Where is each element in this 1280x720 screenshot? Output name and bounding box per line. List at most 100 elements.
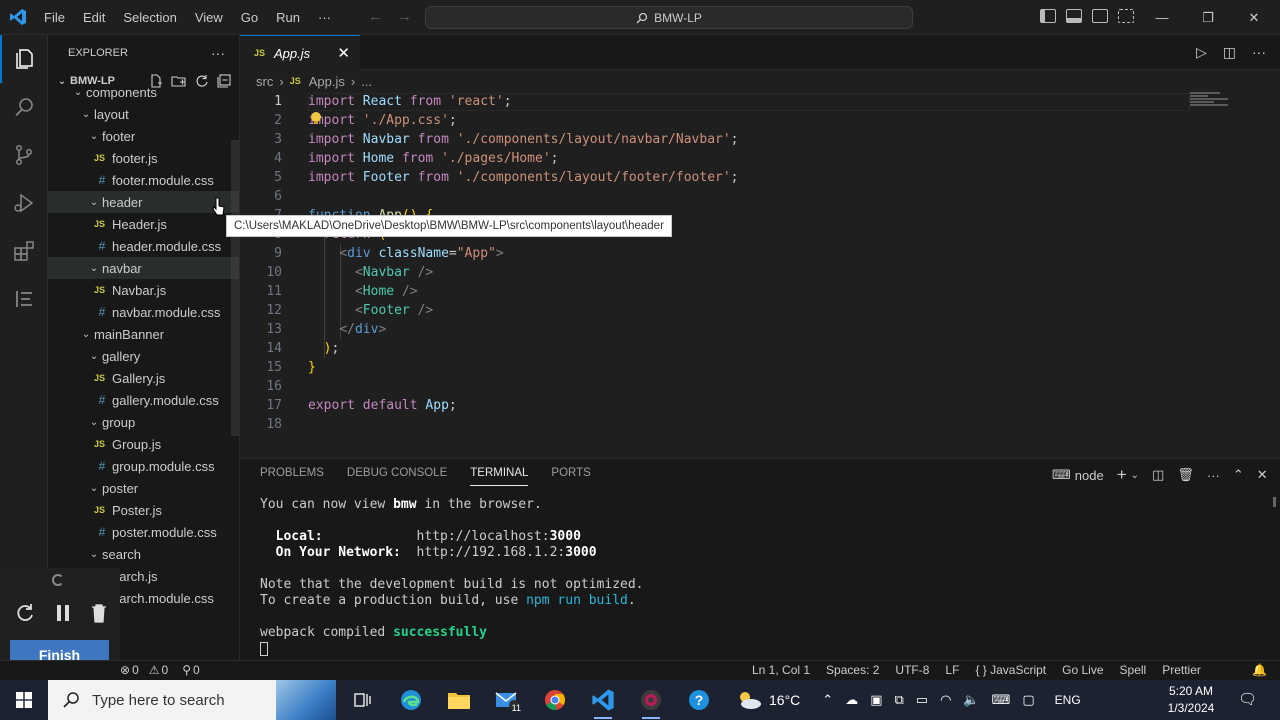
- status-problems[interactable]: ⊗ 0 ⚠ 0 ⚲ 0: [120, 663, 200, 677]
- status-item[interactable]: Go Live: [1062, 663, 1103, 677]
- panel-tab[interactable]: PORTS: [551, 467, 590, 486]
- close-window-icon[interactable]: ✕: [1231, 10, 1277, 26]
- display-icon[interactable]: ▢: [1022, 692, 1034, 708]
- status-item[interactable]: UTF-8: [895, 663, 929, 677]
- tree-folder[interactable]: ⌄ footer: [48, 125, 239, 147]
- tree-folder[interactable]: ⌄ gallery: [48, 345, 239, 367]
- tree-file[interactable]: # header.module.css: [48, 235, 239, 257]
- screen-recorder-icon[interactable]: [634, 683, 668, 719]
- windows-start-icon[interactable]: [0, 680, 48, 720]
- editor-more-icon[interactable]: ···: [1252, 44, 1266, 61]
- kill-terminal-icon[interactable]: 🗑: [1177, 467, 1194, 483]
- menu-item[interactable]: Go: [232, 0, 267, 35]
- breadcrumb-symbol[interactable]: ...: [361, 74, 372, 89]
- breadcrumb-src[interactable]: src: [256, 74, 273, 89]
- breadcrumb-file[interactable]: App.js: [309, 74, 345, 89]
- tree-folder[interactable]: ⌄ layout: [48, 103, 239, 125]
- run-file-icon[interactable]: ▷: [1196, 44, 1207, 61]
- tree-file[interactable]: # gallery.module.css: [48, 389, 239, 411]
- explorer-more-actions[interactable]: ···: [211, 45, 225, 61]
- menu-item[interactable]: Edit: [74, 0, 114, 35]
- restore-icon[interactable]: ❐: [1185, 10, 1231, 26]
- task-view-icon[interactable]: [346, 683, 380, 717]
- file-explorer-icon[interactable]: [442, 683, 476, 717]
- maximize-panel-icon[interactable]: ⌃: [1233, 467, 1244, 483]
- code-editor[interactable]: 1 import React from 'react'; 2 import './Ap…: [240, 92, 1280, 457]
- forward-arrow-icon[interactable]: →: [397, 8, 412, 25]
- notifications-icon[interactable]: 🔔: [1252, 663, 1267, 677]
- wifi-icon[interactable]: ◠: [940, 692, 951, 708]
- tree-folder[interactable]: ⌄ search: [48, 543, 239, 565]
- screen-capture-icon[interactable]: ⧉: [894, 692, 903, 708]
- run-debug-icon[interactable]: [0, 179, 48, 227]
- new-terminal-icon[interactable]: +: [1117, 465, 1127, 485]
- edge-icon[interactable]: [394, 683, 428, 717]
- terminal-dropdown-icon[interactable]: ⌄: [1131, 470, 1139, 481]
- trash-icon[interactable]: [90, 602, 108, 624]
- back-arrow-icon[interactable]: ←: [368, 8, 383, 25]
- explorer-icon[interactable]: [0, 35, 48, 83]
- source-control-icon[interactable]: [0, 131, 48, 179]
- tree-file[interactable]: JS Navbar.js: [48, 279, 239, 301]
- tree-file[interactable]: # footer.module.css: [48, 169, 239, 191]
- volume-icon[interactable]: 🔈: [963, 692, 979, 708]
- close-tab-icon[interactable]: ✕: [337, 44, 350, 62]
- toggle-primary-sidebar-icon[interactable]: [1040, 9, 1056, 23]
- lightbulb-icon[interactable]: [309, 111, 323, 125]
- chrome-icon[interactable]: [538, 683, 572, 717]
- close-panel-icon[interactable]: ✕: [1257, 467, 1268, 483]
- tree-file[interactable]: # navbar.module.css: [48, 301, 239, 323]
- terminal-shell-name[interactable]: node: [1075, 468, 1104, 483]
- language-indicator[interactable]: ENG: [1055, 693, 1081, 707]
- menu-item[interactable]: Run: [267, 0, 309, 35]
- tree-folder[interactable]: ⌄ mainBanner: [48, 323, 239, 345]
- status-item[interactable]: Ln 1, Col 1: [752, 663, 810, 677]
- tree-file[interactable]: JS Poster.js: [48, 499, 239, 521]
- keyboard-icon[interactable]: ⌨: [992, 692, 1011, 708]
- outline-icon[interactable]: [0, 275, 48, 323]
- status-item[interactable]: Prettier: [1162, 663, 1201, 677]
- customize-layout-icon[interactable]: [1118, 9, 1134, 23]
- tree-file[interactable]: JS Gallery.js: [48, 367, 239, 389]
- tree-folder[interactable]: ⌄ poster: [48, 477, 239, 499]
- tree-folder[interactable]: ⌄ group: [48, 411, 239, 433]
- tree-folder[interactable]: ⌄ components: [48, 81, 239, 103]
- panel-tab[interactable]: PROBLEMS: [260, 467, 324, 486]
- pause-icon[interactable]: [54, 602, 72, 624]
- notification-center-icon[interactable]: 🗨: [1238, 690, 1257, 708]
- command-center-search[interactable]: BMW-LP: [425, 6, 913, 29]
- status-item[interactable]: { } JavaScript: [975, 663, 1046, 677]
- toggle-secondary-sidebar-icon[interactable]: [1092, 9, 1108, 23]
- status-item[interactable]: Spaces: 2: [826, 663, 879, 677]
- mail-icon[interactable]: 11: [490, 683, 524, 717]
- restart-icon[interactable]: [14, 602, 36, 624]
- split-terminal-icon[interactable]: ◫: [1152, 467, 1164, 483]
- extensions-icon[interactable]: [0, 227, 48, 275]
- tree-file[interactable]: JS Group.js: [48, 433, 239, 455]
- terminal-scrollbar[interactable]: [1273, 497, 1276, 507]
- tree-file[interactable]: # poster.module.css: [48, 521, 239, 543]
- minimap[interactable]: [1190, 92, 1230, 112]
- sidebar-scrollbar[interactable]: [231, 140, 239, 436]
- tree-file[interactable]: JS footer.js: [48, 147, 239, 169]
- terminal-output[interactable]: You can now view bmw in the browser. Loc…: [260, 497, 644, 657]
- menu-item[interactable]: File: [35, 0, 74, 35]
- status-item[interactable]: LF: [945, 663, 959, 677]
- onedrive-icon[interactable]: ☁: [845, 692, 858, 708]
- toggle-panel-icon[interactable]: [1066, 9, 1082, 23]
- taskbar-clock[interactable]: 5:20 AM 1/3/2024: [1160, 683, 1222, 717]
- help-icon[interactable]: ?: [682, 683, 716, 717]
- tree-folder[interactable]: ⌄ navbar: [48, 257, 239, 279]
- weather-temp[interactable]: 16°C: [769, 692, 800, 708]
- split-editor-icon[interactable]: ◫: [1223, 44, 1236, 61]
- taskbar-search[interactable]: Type here to search: [48, 680, 336, 720]
- panel-more-icon[interactable]: ···: [1207, 468, 1220, 483]
- minimize-icon[interactable]: —: [1139, 10, 1185, 25]
- menu-item[interactable]: View: [186, 0, 232, 35]
- panel-tab[interactable]: DEBUG CONSOLE: [347, 467, 447, 486]
- tree-file[interactable]: # group.module.css: [48, 455, 239, 477]
- panel-tab[interactable]: TERMINAL: [470, 467, 529, 486]
- vscode-taskbar-icon[interactable]: [586, 683, 620, 719]
- show-hidden-icons-icon[interactable]: ⌃: [822, 692, 833, 708]
- battery-icon[interactable]: ▭: [916, 692, 928, 708]
